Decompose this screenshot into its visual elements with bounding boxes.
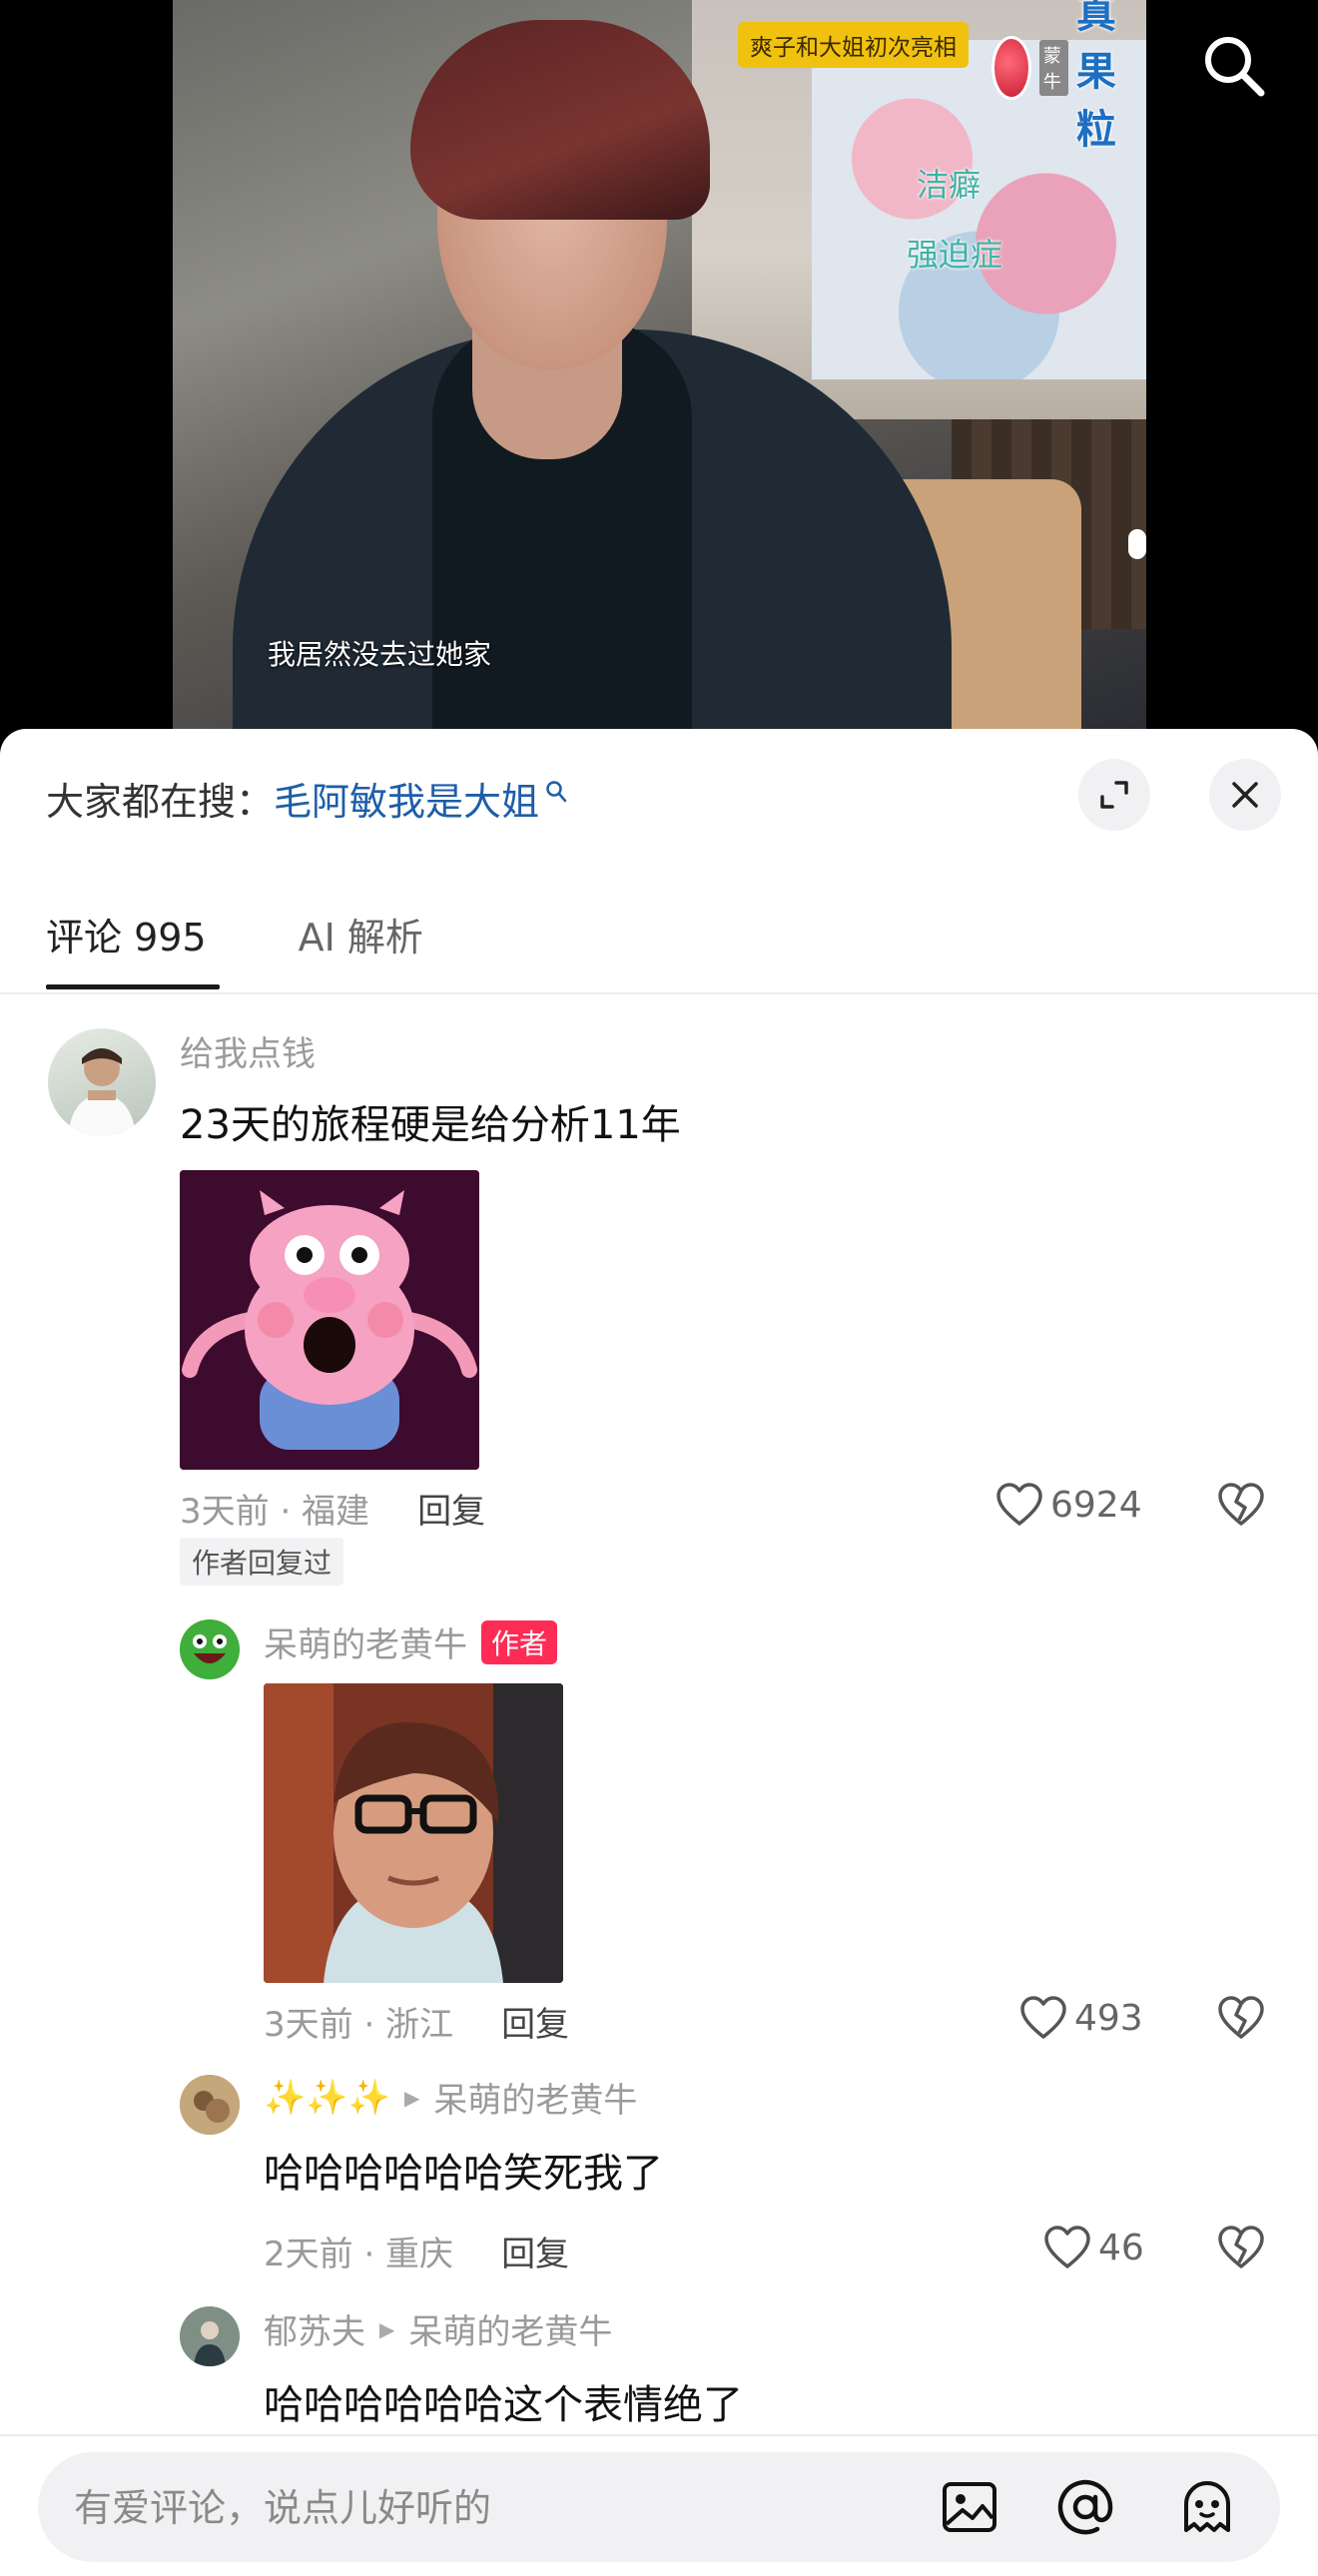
woman-sticker-icon [264,1683,563,1983]
comment-text: 23天的旅程硬是给分析11年 [180,1102,681,1148]
reply-arrow-icon: ▶ [404,2085,420,2110]
tab-divider [0,992,1318,994]
reply-meta: 3天前 · 浙江 回复 [264,1997,569,2046]
avatar[interactable] [180,2075,240,2135]
avatar-photo-icon [180,2075,240,2135]
broken-heart-icon[interactable] [1216,1482,1266,1528]
tab-comments[interactable]: 评论 995 [46,907,220,989]
like-count: 493 [1074,1997,1143,2039]
tab-comments-label: 评论 995 [46,916,207,960]
avatar[interactable] [180,2306,240,2366]
video-tag: 爽子和大姐初次亮相 [738,22,969,68]
reply-to-username[interactable]: 呆萌的老黄牛 [433,2073,637,2122]
hot-search-link[interactable]: 毛阿敏我是大姐 [274,771,539,826]
reply-sticker[interactable] [264,1683,563,1983]
close-button[interactable] [1209,759,1281,831]
like-button[interactable]: 493 [1018,1995,1143,2041]
comment-username[interactable]: 给我点钱 [180,1026,316,1075]
comment-input[interactable] [72,2452,935,2564]
comment-time-location: 3天前 · 福建 [180,1492,370,1532]
reply-time-location: 2天前 · 重庆 [264,2235,454,2274]
reply-username[interactable]: ✨✨✨ ▶ 呆萌的老黄牛 [264,2073,637,2122]
tab-ai-analysis-label: AI 解析 [298,916,423,960]
heart-icon [1020,1996,1066,2039]
video-note-1: 洁癖 [917,166,982,204]
like-count: 6924 [1050,1484,1142,1526]
reply-username[interactable]: 郁苏夫 ▶ 呆萌的老黄牛 [264,2304,612,2353]
reply-time-location: 3天前 · 浙江 [264,2005,454,2045]
heart-icon [996,1483,1042,1526]
reply-username-text: 呆萌的老黄牛 [264,1625,467,1665]
author-badge: 作者 [481,1619,558,1664]
reply-text: 哈哈哈哈哈哈笑死我了 [264,2151,663,2197]
reply-arrow-icon: ▶ [379,2316,395,2341]
video-person-hair [410,20,710,220]
avatar-monster-icon [180,1619,240,1679]
like-button[interactable]: 6924 [994,1482,1142,1528]
broken-heart-icon[interactable] [1216,2225,1266,2270]
tab-bar: 评论 995 AI 解析 [46,907,423,989]
expand-icon [1100,781,1128,809]
video-progress-dot[interactable] [1128,529,1146,559]
comment-meta: 3天前 · 福建 回复 [180,1484,485,1533]
like-count: 46 [1098,2227,1144,2268]
expand-button[interactable] [1078,759,1150,831]
video-brand: 蒙牛 真果粒 [991,0,1146,153]
reply-username[interactable]: 呆萌的老黄牛 作者 [264,1617,558,1666]
avatar-person-icon [180,2306,240,2366]
hot-search-label: 大家都在搜： [46,780,275,824]
video-area[interactable]: 爽子和大姐初次亮相 蒙牛 真果粒 洁癖 强迫症 我居然没去过她家 [0,0,1318,759]
reply-button[interactable]: 回复 [501,1997,569,2046]
comment-input-bar [0,2434,1318,2576]
video-note-2: 强迫症 [907,236,1003,274]
reply-to-username[interactable]: 呆萌的老黄牛 [408,2304,612,2353]
reply-button[interactable]: 回复 [501,2227,569,2275]
broken-heart-icon[interactable] [1216,1995,1266,2041]
reply-username-text: 郁苏夫 [264,2312,365,2352]
heart-icon [1044,2226,1090,2268]
reply-meta: 2天前 · 重庆 回复 [264,2227,569,2275]
comment-input-wrapper [38,2452,1280,2564]
comment-panel: 大家都在搜： 毛阿敏我是大姐 评论 995 AI 解析 给我点钱 23天的旅程硬… [0,729,1318,2576]
emoji-icon[interactable] [1174,2474,1240,2540]
video-subtitle: 我居然没去过她家 [268,638,492,671]
reply-button[interactable]: 回复 [417,1484,485,1533]
tab-ai-analysis[interactable]: AI 解析 [299,907,423,989]
author-replied-badge: 作者回复过 [180,1538,344,1586]
peppa-sticker-icon [180,1170,479,1470]
tab-underline [46,984,220,989]
avatar-person-icon [68,1048,136,1136]
reply-text: 哈哈哈哈哈哈这个表情绝了 [264,2382,743,2428]
brand-berry-icon [991,36,1031,100]
search-icon [1205,37,1265,97]
avatar[interactable] [180,1619,240,1679]
brand-text: 真果粒 [1075,0,1116,153]
avatar[interactable] [48,1028,156,1136]
video-player[interactable]: 爽子和大姐初次亮相 蒙牛 真果粒 洁癖 强迫症 我居然没去过她家 [173,0,1146,734]
image-icon[interactable] [937,2474,1002,2540]
brand-small: 蒙牛 [1038,40,1068,96]
hot-search-row[interactable]: 大家都在搜： 毛阿敏我是大姐 [46,771,567,826]
comment-sticker[interactable] [180,1170,479,1470]
search-small-icon [546,780,567,802]
reply-username-text: ✨✨✨ [264,2077,391,2118]
at-icon[interactable] [1052,2474,1118,2540]
close-icon [1232,782,1258,808]
like-button[interactable]: 46 [1042,2225,1144,2270]
search-button[interactable] [1198,30,1268,100]
